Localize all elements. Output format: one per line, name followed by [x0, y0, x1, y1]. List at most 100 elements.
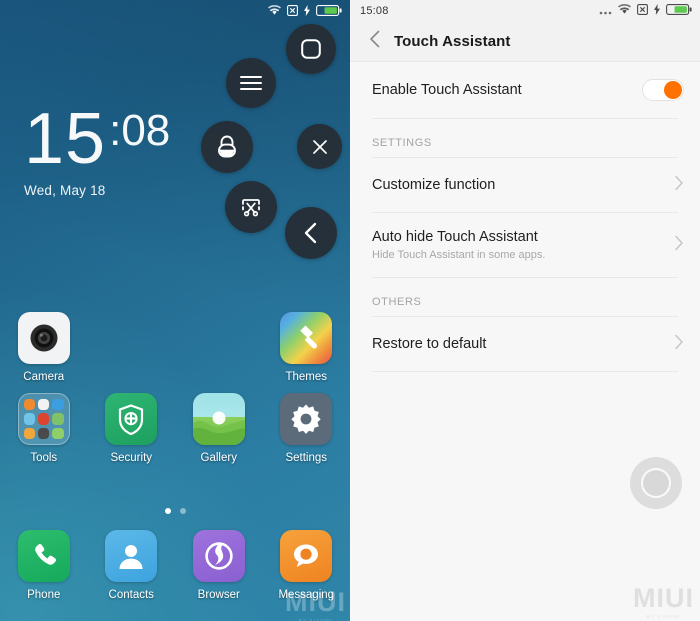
app-label: Browser — [197, 589, 240, 601]
app-label: Contacts — [108, 589, 154, 601]
app-label: Themes — [285, 371, 328, 383]
settings-status-bar: 15:08 — [350, 0, 700, 22]
charging-bolt-icon — [654, 2, 660, 20]
app-label: Phone — [27, 589, 61, 601]
rounded-square-icon — [300, 38, 322, 60]
toggle-knob — [664, 81, 682, 99]
wifi-icon — [268, 4, 281, 16]
row-title: Customize function — [372, 177, 496, 193]
dock-row: Phone Contacts Browser Messaging — [0, 530, 350, 611]
back-button[interactable] — [364, 30, 386, 53]
close-button[interactable] — [297, 124, 342, 169]
app-browser[interactable]: Browser — [175, 530, 263, 601]
section-header-others: OTHERS — [350, 278, 700, 316]
page-indicator — [0, 508, 350, 514]
home-button[interactable] — [286, 24, 336, 74]
app-label: Camera — [23, 371, 65, 383]
miui-watermark-sub: BY XIAOMI — [646, 614, 681, 619]
themes-brush-icon — [280, 312, 333, 364]
clock-minutes: :08 — [109, 106, 171, 155]
floating-ball-ring-icon — [641, 468, 671, 498]
chevron-right-icon — [674, 334, 684, 355]
app-settings[interactable]: Settings — [263, 393, 351, 464]
hamburger-menu-icon — [240, 75, 262, 91]
row-title: Restore to default — [372, 336, 487, 352]
enable-touch-assistant-toggle[interactable] — [642, 79, 684, 101]
settings-list: Enable Touch Assistant SETTINGS Customiz… — [350, 62, 700, 372]
app-label: Messaging — [278, 589, 335, 601]
app-row-1: Camera Themes — [0, 312, 350, 393]
touch-assistant-floating-ball[interactable] — [630, 457, 682, 509]
miui-watermark-text: MIUI — [633, 583, 694, 613]
battery-icon — [316, 4, 342, 16]
tools-folder-icon — [17, 393, 70, 445]
miui-watermark: MIUI BY XIAOMI — [633, 583, 694, 620]
settings-gear-icon — [280, 393, 333, 445]
battery-icon — [666, 2, 692, 20]
panel-divider — [350, 0, 351, 621]
app-label: Gallery — [200, 452, 237, 464]
security-shield-icon — [105, 393, 158, 445]
menu-button[interactable] — [226, 58, 276, 108]
app-slot-empty-1 — [88, 312, 176, 383]
clock-widget[interactable]: 15 :08 Wed, May 18 — [24, 99, 171, 199]
browser-compass-icon — [192, 530, 245, 582]
auto-hide-touch-assistant-row[interactable]: Auto hide Touch Assistant Hide Touch Ass… — [350, 213, 700, 277]
screenshot-button[interactable] — [225, 181, 277, 233]
divider — [372, 371, 678, 372]
phone-handset-icon — [17, 530, 70, 582]
app-label: Tools — [30, 452, 58, 464]
messaging-bubble-icon — [280, 530, 333, 582]
dock: Phone Contacts Browser Messaging — [0, 530, 350, 611]
screenshot-root: 15 :08 Wed, May 18 Camera Themes Tools S… — [0, 0, 700, 621]
page-dot-2[interactable] — [179, 508, 186, 514]
row-text: Restore to default — [372, 336, 486, 352]
app-label: Security — [110, 452, 153, 464]
no-sim-icon — [637, 2, 648, 20]
row-subtitle: Hide Touch Assistant in some apps. — [372, 249, 546, 261]
page-dot-1[interactable] — [164, 508, 171, 514]
app-slot-empty-2 — [175, 312, 263, 383]
chevron-left-icon — [369, 30, 381, 53]
restore-to-default-row[interactable]: Restore to default — [350, 317, 700, 371]
charging-bolt-icon — [304, 4, 310, 16]
app-grid: Camera Themes Tools Security Gallery Set… — [0, 312, 350, 474]
touch-assistant-settings-panel: 15:08 Touch Assistant Enable Touch Assis… — [350, 0, 700, 621]
app-themes[interactable]: Themes — [263, 312, 351, 383]
back-button[interactable] — [285, 207, 337, 259]
settings-header: Touch Assistant — [350, 22, 700, 62]
section-header-settings: SETTINGS — [350, 119, 700, 157]
enable-touch-assistant-row[interactable]: Enable Touch Assistant — [350, 62, 700, 118]
more-dots-icon — [599, 2, 612, 20]
app-contacts[interactable]: Contacts — [88, 530, 176, 601]
enable-touch-assistant-label: Enable Touch Assistant — [372, 82, 522, 98]
no-sim-icon — [287, 4, 298, 16]
camera-icon — [17, 312, 70, 364]
clock-hours: 15 — [24, 99, 107, 179]
app-security[interactable]: Security — [88, 393, 176, 464]
home-status-bar — [0, 0, 350, 20]
app-messaging[interactable]: Messaging — [263, 530, 351, 601]
app-label: Settings — [285, 452, 328, 464]
clock-date: Wed, May 18 — [24, 183, 106, 199]
padlock-icon — [216, 135, 238, 159]
app-phone[interactable]: Phone — [0, 530, 88, 601]
app-gallery[interactable]: Gallery — [175, 393, 263, 464]
close-x-icon — [312, 139, 328, 155]
clock-time: 15 :08 — [24, 99, 171, 179]
status-icons — [599, 2, 692, 20]
chevron-right-icon — [674, 235, 684, 256]
contact-person-icon — [105, 530, 158, 582]
app-tools[interactable]: Tools — [0, 393, 88, 464]
row-text: Customize function — [372, 177, 495, 193]
lock-button[interactable] — [201, 121, 253, 173]
customize-function-row[interactable]: Customize function — [350, 158, 700, 212]
home-screen-panel: 15 :08 Wed, May 18 Camera Themes Tools S… — [0, 0, 350, 621]
scissors-screenshot-icon — [239, 195, 263, 219]
chevron-left-icon — [301, 222, 321, 244]
status-time: 15:08 — [360, 5, 389, 17]
wifi-icon — [618, 2, 631, 20]
row-title: Auto hide Touch Assistant — [372, 229, 538, 245]
app-row-2: Tools Security Gallery Settings — [0, 393, 350, 474]
app-camera[interactable]: Camera — [0, 312, 88, 383]
